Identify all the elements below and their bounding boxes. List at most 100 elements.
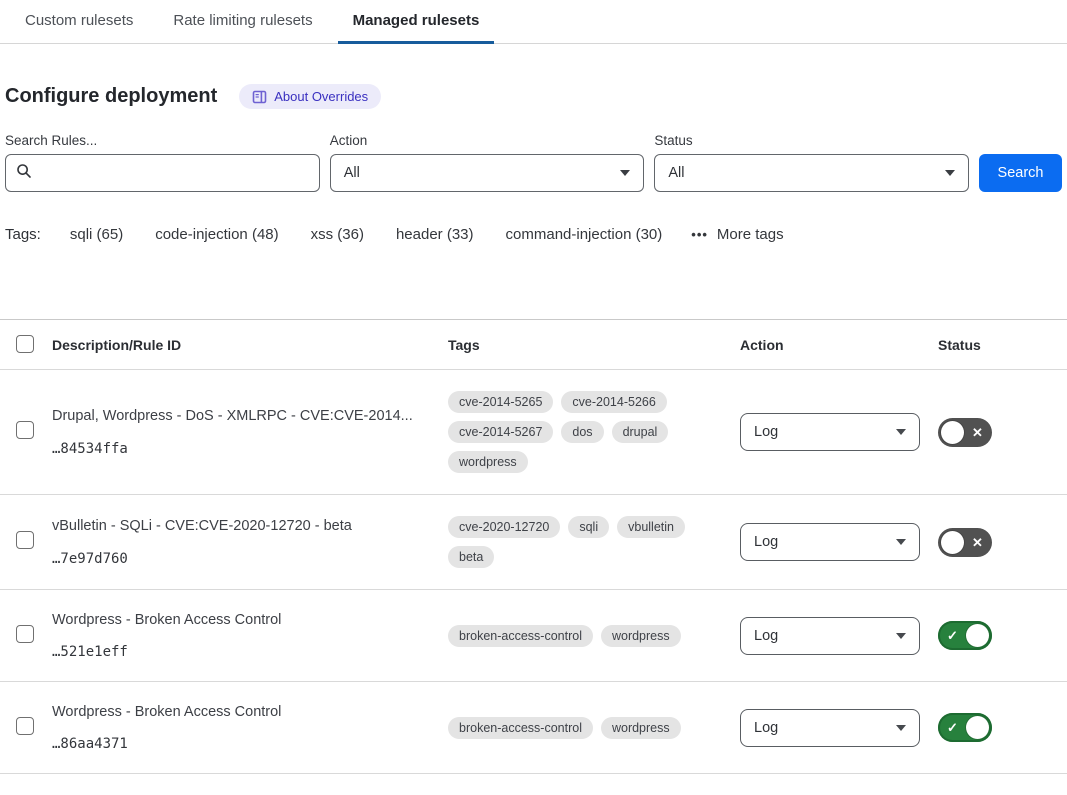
ellipsis-icon: ••• <box>691 227 708 242</box>
row-checkbox[interactable] <box>16 421 34 439</box>
rule-description: vBulletin - SQLi - CVE:CVE-2020-12720 - … <box>52 517 418 535</box>
status-toggle[interactable]: ✓ <box>938 621 992 650</box>
rule-id: …84534ffa <box>52 441 418 457</box>
row-checkbox[interactable] <box>16 717 34 735</box>
check-icon: ✓ <box>941 629 964 642</box>
action-cell: Log <box>740 413 938 451</box>
status-filter-label: Status <box>654 133 969 148</box>
rule-description: Drupal, Wordpress - DoS - XMLRPC - CVE:C… <box>52 407 418 425</box>
tag-pill: cve-2014-5267 <box>448 421 553 443</box>
search-rules-label: Search Rules... <box>5 133 320 148</box>
chevron-down-icon <box>896 725 906 731</box>
column-action: Action <box>740 337 938 353</box>
toggle-knob <box>941 421 964 444</box>
action-filter-group: Action All <box>330 133 645 192</box>
row-checkbox[interactable] <box>16 531 34 549</box>
column-tags: Tags <box>448 337 740 353</box>
tags-cell: cve-2014-5265 cve-2014-5266 cve-2014-5267 d… <box>448 391 740 473</box>
status-cell: ✕ <box>938 528 1067 557</box>
more-tags-label: More tags <box>717 226 784 243</box>
tab-label: Managed rulesets <box>353 12 480 29</box>
toggle-knob <box>966 716 989 739</box>
tag-links: sqli (65) code-injection (48) xss (36) head… <box>70 226 662 243</box>
action-filter-value: All <box>344 165 360 181</box>
row-action-select[interactable]: Log <box>740 617 920 655</box>
about-overrides-badge[interactable]: About Overrides <box>239 84 381 109</box>
book-icon <box>252 90 267 104</box>
tag-pill: sqli <box>568 516 609 538</box>
search-input-wrapper <box>5 154 320 192</box>
tab-custom-rulesets[interactable]: Custom rulesets <box>10 0 148 44</box>
tag-filter-link[interactable]: header (33) <box>396 226 474 243</box>
row-action-value: Log <box>754 424 778 440</box>
rule-description: Wordpress - Broken Access Control <box>52 611 418 629</box>
action-filter-select[interactable]: All <box>330 154 645 192</box>
tab-label: Custom rulesets <box>25 12 133 29</box>
status-toggle[interactable]: ✓ <box>938 713 992 742</box>
x-icon: ✕ <box>966 426 989 439</box>
tag-pill: drupal <box>612 421 669 443</box>
table-row: Drupal, Wordpress - DoS - XMLRPC - CVE:C… <box>0 370 1067 495</box>
status-toggle[interactable]: ✕ <box>938 528 992 557</box>
action-cell: Log <box>740 709 938 747</box>
tag-pill: dos <box>561 421 603 443</box>
tag-pill: wordpress <box>601 625 681 647</box>
table-row: vBulletin - SQLi - CVE:CVE-2020-12720 - … <box>0 495 1067 590</box>
rules-table: Description/Rule ID Tags Action Status D… <box>0 319 1067 774</box>
tags-cell: broken-access-control wordpress <box>448 717 740 739</box>
search-icon <box>16 163 32 184</box>
description-cell: vBulletin - SQLi - CVE:CVE-2020-12720 - … <box>52 517 448 566</box>
search-button[interactable]: Search <box>979 154 1062 192</box>
tags-cell: broken-access-control wordpress <box>448 625 740 647</box>
tab-rate-limiting-rulesets[interactable]: Rate limiting rulesets <box>158 0 327 44</box>
row-action-select[interactable]: Log <box>740 709 920 747</box>
rule-id: …521e1eff <box>52 644 418 660</box>
check-icon: ✓ <box>941 721 964 734</box>
tag-pill: cve-2014-5266 <box>561 391 666 413</box>
tab-managed-rulesets[interactable]: Managed rulesets <box>338 0 495 44</box>
tag-pill: broken-access-control <box>448 625 593 647</box>
table-header-row: Description/Rule ID Tags Action Status <box>0 320 1067 370</box>
x-icon: ✕ <box>966 536 989 549</box>
select-all-checkbox[interactable] <box>16 335 34 353</box>
chevron-down-icon <box>945 170 955 176</box>
tag-pill: broken-access-control <box>448 717 593 739</box>
status-filter-select[interactable]: All <box>654 154 969 192</box>
tag-pill: cve-2014-5265 <box>448 391 553 413</box>
row-action-select[interactable]: Log <box>740 523 920 561</box>
status-filter-value: All <box>668 165 684 181</box>
tag-pill: wordpress <box>601 717 681 739</box>
tags-bar-label: Tags: <box>5 226 41 243</box>
tag-pill: vbulletin <box>617 516 685 538</box>
tag-filter-link[interactable]: code-injection (48) <box>155 226 278 243</box>
toggle-knob <box>941 531 964 554</box>
tag-pill: wordpress <box>448 451 528 473</box>
tag-filter-link[interactable]: command-injection (30) <box>506 226 663 243</box>
status-cell: ✕ <box>938 418 1067 447</box>
table-body: Drupal, Wordpress - DoS - XMLRPC - CVE:C… <box>0 370 1067 774</box>
chevron-down-icon <box>896 539 906 545</box>
status-cell: ✓ <box>938 621 1067 650</box>
row-action-select[interactable]: Log <box>740 413 920 451</box>
tag-pill: cve-2020-12720 <box>448 516 560 538</box>
tags-cell: cve-2020-12720 sqli vbulletin beta <box>448 516 740 568</box>
tag-filter-link[interactable]: sqli (65) <box>70 226 123 243</box>
rule-id: …86aa4371 <box>52 736 418 752</box>
search-input[interactable] <box>40 164 309 182</box>
status-toggle[interactable]: ✕ <box>938 418 992 447</box>
more-tags-button[interactable]: ••• More tags <box>691 226 783 243</box>
row-checkbox[interactable] <box>16 625 34 643</box>
action-filter-label: Action <box>330 133 645 148</box>
description-cell: Wordpress - Broken Access Control …86aa4… <box>52 703 448 752</box>
action-cell: Log <box>740 523 938 561</box>
status-cell: ✓ <box>938 713 1067 742</box>
table-row: Wordpress - Broken Access Control …521e1… <box>0 590 1067 682</box>
tag-pill: beta <box>448 546 494 568</box>
description-cell: Wordpress - Broken Access Control …521e1… <box>52 611 448 660</box>
tag-filter-link[interactable]: xss (36) <box>311 226 364 243</box>
status-filter-group: Status All <box>654 133 969 192</box>
filters-bar: Search Rules... Action All Status All Se… <box>0 133 1067 192</box>
action-cell: Log <box>740 617 938 655</box>
table-row: Wordpress - Broken Access Control …86aa4… <box>0 682 1067 774</box>
toggle-knob <box>966 624 989 647</box>
